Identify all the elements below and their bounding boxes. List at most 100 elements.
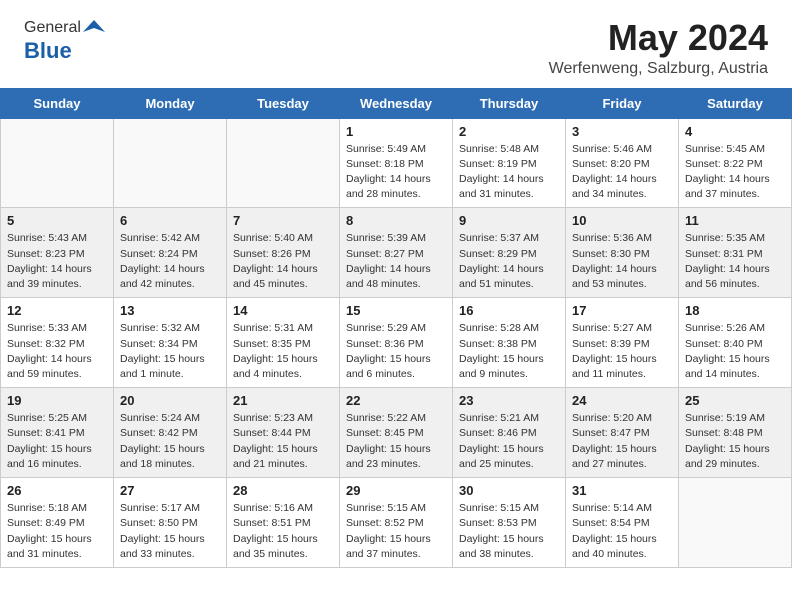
day-info: Sunrise: 5:29 AMSunset: 8:36 PMDaylight:… [346,321,446,382]
calendar-cell: 27 Sunrise: 5:17 AMSunset: 8:50 PMDayligh… [114,478,227,568]
calendar-cell: 18 Sunrise: 5:26 AMSunset: 8:40 PMDayligh… [679,298,792,388]
day-info: Sunrise: 5:25 AMSunset: 8:41 PMDaylight:… [7,411,107,472]
day-info: Sunrise: 5:23 AMSunset: 8:44 PMDaylight:… [233,411,333,472]
day-number: 24 [572,393,672,408]
day-info: Sunrise: 5:16 AMSunset: 8:51 PMDaylight:… [233,501,333,562]
day-number: 19 [7,393,107,408]
day-number: 20 [120,393,220,408]
day-number: 25 [685,393,785,408]
day-number: 27 [120,483,220,498]
logo-bird-icon [83,18,105,40]
calendar-week-row: 5Sunrise: 5:43 AMSunset: 8:23 PMDaylight… [1,208,792,298]
main-title: May 2024 [549,18,768,58]
day-info: Sunrise: 5:42 AMSunset: 8:24 PMDaylight:… [120,231,220,292]
day-info: Sunrise: 5:37 AMSunset: 8:29 PMDaylight:… [459,231,559,292]
calendar-header-thursday: Thursday [453,88,566,118]
calendar-cell: 10 Sunrise: 5:36 AMSunset: 8:30 PMDayligh… [566,208,679,298]
day-number: 16 [459,303,559,318]
calendar-cell: 21 Sunrise: 5:23 AMSunset: 8:44 PMDayligh… [227,388,340,478]
day-number: 5 [7,213,107,228]
calendar-cell: 1 Sunrise: 5:49 AMSunset: 8:18 PMDaylight… [340,118,453,208]
day-number: 4 [685,124,785,139]
calendar-cell: 3 Sunrise: 5:46 AMSunset: 8:20 PMDaylight… [566,118,679,208]
day-info: Sunrise: 5:36 AMSunset: 8:30 PMDaylight:… [572,231,672,292]
calendar-cell: 13 Sunrise: 5:32 AMSunset: 8:34 PMDayligh… [114,298,227,388]
logo-text-blue: Blue [24,38,72,63]
day-number: 2 [459,124,559,139]
calendar-cell: 30 Sunrise: 5:15 AMSunset: 8:53 PMDayligh… [453,478,566,568]
calendar-cell: 28 Sunrise: 5:16 AMSunset: 8:51 PMDayligh… [227,478,340,568]
day-number: 3 [572,124,672,139]
day-number: 9 [459,213,559,228]
calendar-cell: 12 Sunrise: 5:33 AMSunset: 8:32 PMDayligh… [1,298,114,388]
day-number: 28 [233,483,333,498]
day-number: 22 [346,393,446,408]
day-info: Sunrise: 5:31 AMSunset: 8:35 PMDaylight:… [233,321,333,382]
calendar-cell: 7Sunrise: 5:40 AMSunset: 8:26 PMDaylight… [227,208,340,298]
day-info: Sunrise: 5:14 AMSunset: 8:54 PMDaylight:… [572,501,672,562]
day-info: Sunrise: 5:21 AMSunset: 8:46 PMDaylight:… [459,411,559,472]
day-number: 13 [120,303,220,318]
title-area: May 2024 Werfenweng, Salzburg, Austria [549,18,768,78]
day-number: 15 [346,303,446,318]
calendar-week-row: 12 Sunrise: 5:33 AMSunset: 8:32 PMDayligh… [1,298,792,388]
calendar-week-row: 26 Sunrise: 5:18 AMSunset: 8:49 PMDayligh… [1,478,792,568]
calendar-cell: 25Sunrise: 5:19 AMSunset: 8:48 PMDayligh… [679,388,792,478]
calendar-header-row: SundayMondayTuesdayWednesdayThursdayFrid… [1,88,792,118]
calendar-header-wednesday: Wednesday [340,88,453,118]
day-info: Sunrise: 5:26 AMSunset: 8:40 PMDaylight:… [685,321,785,382]
day-number: 11 [685,213,785,228]
calendar-cell: 24Sunrise: 5:20 AMSunset: 8:47 PMDayligh… [566,388,679,478]
calendar-cell [1,118,114,208]
day-number: 17 [572,303,672,318]
day-info: Sunrise: 5:48 AMSunset: 8:19 PMDaylight:… [459,142,559,203]
day-number: 18 [685,303,785,318]
day-number: 10 [572,213,672,228]
day-number: 31 [572,483,672,498]
calendar-cell [679,478,792,568]
calendar-cell: 17 Sunrise: 5:27 AMSunset: 8:39 PMDayligh… [566,298,679,388]
day-info: Sunrise: 5:15 AMSunset: 8:53 PMDaylight:… [459,501,559,562]
day-info: Sunrise: 5:35 AMSunset: 8:31 PMDaylight:… [685,231,785,292]
logo-text-general: General [24,19,81,37]
day-info: Sunrise: 5:39 AMSunset: 8:27 PMDaylight:… [346,231,446,292]
day-info: Sunrise: 5:32 AMSunset: 8:34 PMDaylight:… [120,321,220,382]
calendar-cell: 15 Sunrise: 5:29 AMSunset: 8:36 PMDayligh… [340,298,453,388]
day-info: Sunrise: 5:27 AMSunset: 8:39 PMDaylight:… [572,321,672,382]
day-info: Sunrise: 5:46 AMSunset: 8:20 PMDaylight:… [572,142,672,203]
day-number: 29 [346,483,446,498]
day-number: 7 [233,213,333,228]
calendar-cell: 22Sunrise: 5:22 AMSunset: 8:45 PMDayligh… [340,388,453,478]
calendar-cell: 4Sunrise: 5:45 AMSunset: 8:22 PMDaylight… [679,118,792,208]
day-info: Sunrise: 5:49 AMSunset: 8:18 PMDaylight:… [346,142,446,203]
calendar-cell [227,118,340,208]
calendar-week-row: 19 Sunrise: 5:25 AMSunset: 8:41 PMDayligh… [1,388,792,478]
day-number: 30 [459,483,559,498]
calendar-cell: 19 Sunrise: 5:25 AMSunset: 8:41 PMDayligh… [1,388,114,478]
calendar-cell: 20 Sunrise: 5:24 AMSunset: 8:42 PMDayligh… [114,388,227,478]
day-info: Sunrise: 5:18 AMSunset: 8:49 PMDaylight:… [7,501,107,562]
day-number: 12 [7,303,107,318]
day-info: Sunrise: 5:17 AMSunset: 8:50 PMDaylight:… [120,501,220,562]
calendar-cell: 29 Sunrise: 5:15 AMSunset: 8:52 PMDayligh… [340,478,453,568]
calendar-cell: 26 Sunrise: 5:18 AMSunset: 8:49 PMDayligh… [1,478,114,568]
calendar-cell: 14 Sunrise: 5:31 AMSunset: 8:35 PMDayligh… [227,298,340,388]
day-info: Sunrise: 5:15 AMSunset: 8:52 PMDaylight:… [346,501,446,562]
calendar-cell [114,118,227,208]
day-info: Sunrise: 5:28 AMSunset: 8:38 PMDaylight:… [459,321,559,382]
calendar-table: SundayMondayTuesdayWednesdayThursdayFrid… [0,88,792,568]
sub-title: Werfenweng, Salzburg, Austria [549,60,768,78]
calendar-cell: 31 Sunrise: 5:14 AMSunset: 8:54 PMDayligh… [566,478,679,568]
calendar-cell: 2 Sunrise: 5:48 AMSunset: 8:19 PMDaylight… [453,118,566,208]
day-number: 21 [233,393,333,408]
calendar-header-friday: Friday [566,88,679,118]
day-info: Sunrise: 5:33 AMSunset: 8:32 PMDaylight:… [7,321,107,382]
day-info: Sunrise: 5:24 AMSunset: 8:42 PMDaylight:… [120,411,220,472]
day-number: 26 [7,483,107,498]
day-number: 23 [459,393,559,408]
day-number: 14 [233,303,333,318]
day-number: 8 [346,213,446,228]
day-number: 1 [346,124,446,139]
calendar-cell: 9 Sunrise: 5:37 AMSunset: 8:29 PMDaylight… [453,208,566,298]
day-number: 6 [120,213,220,228]
